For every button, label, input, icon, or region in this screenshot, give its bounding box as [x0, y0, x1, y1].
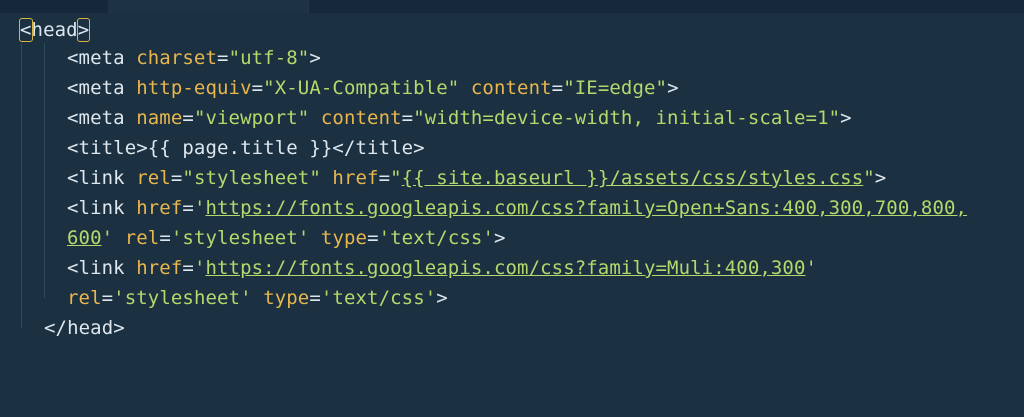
quote: ": [863, 167, 875, 189]
code-line-11: </head>: [44, 313, 125, 343]
attribute: rel: [136, 167, 171, 189]
code-line-3: <meta http-equiv="X-UA-Compatible" conte…: [67, 73, 679, 103]
quote: ': [193, 257, 206, 279]
href-link[interactable]: {{ site.baseurl }}/assets/css/styles.css: [402, 167, 864, 189]
attribute: content: [320, 107, 402, 129]
tag-open: <link: [67, 167, 137, 189]
equals: =: [182, 107, 194, 129]
string-value: "width=device-width, initial-scale=1": [413, 107, 841, 129]
indent-guide: [21, 43, 22, 328]
attribute: content: [470, 77, 552, 99]
code-line-5: <title>{{ page.title }}</title>: [67, 133, 425, 163]
attribute: type: [320, 227, 368, 249]
attribute: href: [332, 167, 379, 189]
string-value: "utf-8": [228, 47, 310, 69]
equals: =: [378, 167, 391, 189]
attribute: href: [136, 257, 183, 279]
attribute: charset: [136, 47, 218, 69]
indent-guide: [44, 43, 45, 298]
quote: ": [390, 167, 402, 189]
matched-bracket-open: <: [19, 18, 33, 42]
code-line-4: <meta name="viewport" content="width=dev…: [67, 103, 852, 133]
string-value: 'stylesheet': [113, 287, 252, 309]
tag-close: >: [874, 167, 887, 189]
tag-close: >: [494, 227, 506, 249]
tag-open: <meta: [67, 47, 137, 69]
string-value: "X-UA-Compatible": [263, 77, 460, 99]
attribute: http-equiv: [136, 77, 252, 99]
tag-close: >: [309, 47, 321, 69]
equals: =: [217, 47, 229, 69]
string-value: 'text/css': [378, 227, 494, 249]
quote: ': [805, 257, 818, 279]
attribute: name: [136, 107, 183, 129]
code-line-1: <head>: [19, 15, 91, 45]
tag-open: <link: [67, 257, 137, 279]
code-line-2: <meta charset="utf-8">: [67, 43, 321, 73]
head-close-tag: </head>: [44, 317, 125, 339]
string-value: "stylesheet": [182, 167, 321, 189]
code-line-7: <link href='https://fonts.googleapis.com…: [67, 193, 967, 223]
attribute: rel: [124, 227, 160, 249]
equals: =: [101, 287, 114, 309]
href-link[interactable]: https://fonts.googleapis.com/css?family=…: [205, 257, 805, 279]
string-value: "IE=edge": [563, 77, 668, 99]
matched-bracket-close: >: [76, 18, 91, 42]
equals: =: [170, 167, 183, 189]
code-line-8: 600' rel='stylesheet' type='text/css'>: [67, 223, 506, 253]
tag-open: <link: [67, 197, 137, 219]
quote: ': [193, 197, 206, 219]
tag-open: <meta: [67, 77, 137, 99]
attribute: type: [263, 287, 310, 309]
equals: =: [182, 257, 194, 279]
string-value: 'text/css': [320, 287, 437, 309]
string-value: "viewport": [193, 107, 310, 129]
equals: =: [251, 77, 264, 99]
href-link[interactable]: https://fonts.googleapis.com/css?family=…: [205, 197, 967, 219]
tag-close: >: [667, 77, 679, 99]
code-line-9: <link href='https://fonts.googleapis.com…: [67, 253, 817, 283]
quote: ': [101, 227, 114, 249]
equals: =: [401, 107, 414, 129]
code-line-10: rel='stylesheet' type='text/css'>: [67, 283, 448, 313]
equals: =: [309, 287, 321, 309]
tag-close: >: [840, 107, 852, 129]
string-value: 'stylesheet': [170, 227, 310, 249]
code-line-6: <link rel="stylesheet" href="{{ site.bas…: [67, 163, 886, 193]
equals: =: [551, 77, 564, 99]
editor-tab-strip[interactable]: [308, 0, 1024, 13]
equals: =: [367, 227, 379, 249]
attribute: rel: [67, 287, 102, 309]
href-link-continued[interactable]: 600: [67, 227, 102, 249]
equals: =: [182, 197, 194, 219]
tag-name: head: [31, 19, 78, 41]
title-element: <title>{{ page.title }}</title>: [67, 137, 425, 159]
tag-open: <meta: [67, 107, 137, 129]
attribute: href: [136, 197, 183, 219]
equals: =: [159, 227, 171, 249]
tag-close: >: [436, 287, 448, 309]
